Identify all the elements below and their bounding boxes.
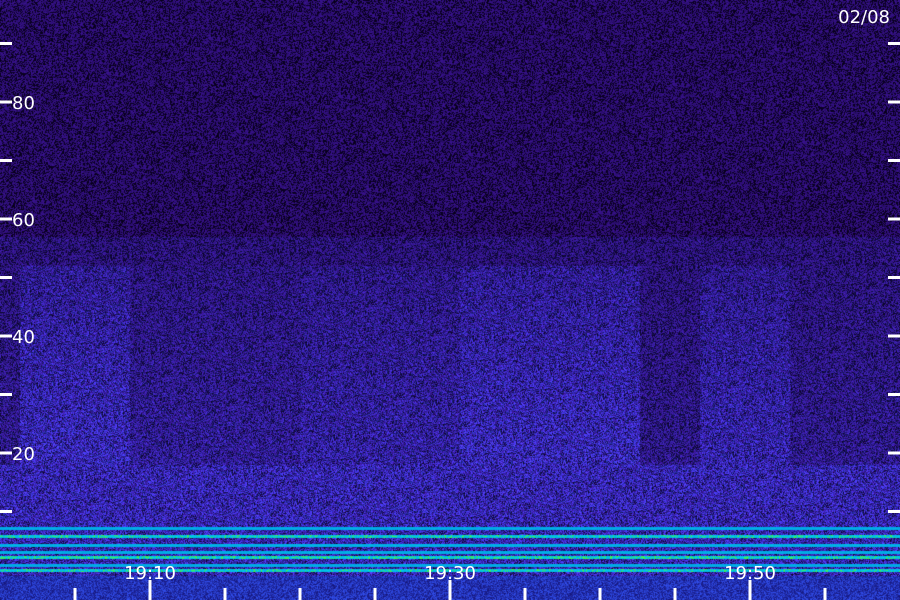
x-tick-label: 19:50	[724, 563, 776, 584]
axes-overlay: 02/08 20406080100 19:1019:3019:50	[0, 7, 900, 600]
y-tick-label: 80	[12, 93, 35, 114]
x-tick-label: 19:30	[424, 563, 476, 584]
x-axis: 19:10 19:30 19:50	[73, 563, 827, 600]
y-tick-label: 40	[12, 327, 35, 348]
y-tick-label: 20	[12, 444, 35, 465]
date-label: 02/08	[838, 7, 890, 28]
y-tick-label: 60	[12, 210, 35, 231]
y-axis: 20406080100	[0, 42, 900, 513]
x-tick-label: 19:10	[124, 563, 176, 584]
